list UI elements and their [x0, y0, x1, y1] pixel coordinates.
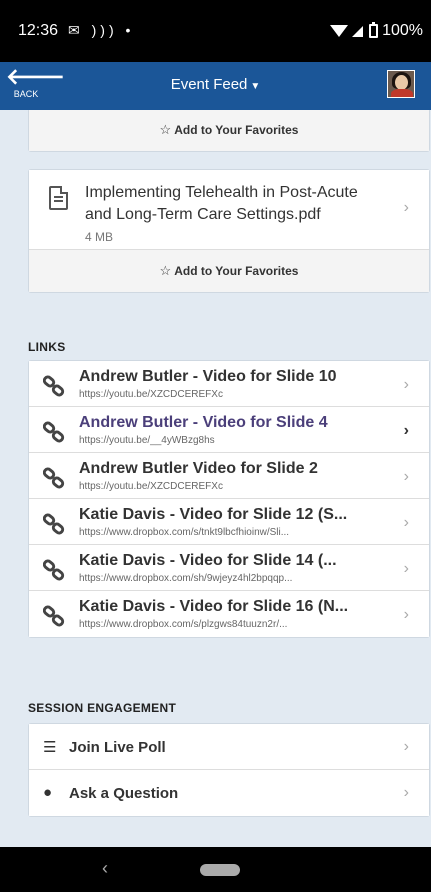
file-item[interactable]: Implementing Telehealth in Post-Acute an… — [29, 170, 429, 250]
engagement-card: ☰ Join Live Poll › ● Ask a Question › — [28, 723, 430, 817]
chevron-right-icon: › — [403, 376, 409, 393]
link-item[interactable]: Andrew Butler - Video for Slide 4 https:… — [29, 407, 429, 453]
engagement-section-header: SESSION ENGAGEMENT — [28, 701, 177, 715]
link-url: https://www.dropbox.com/sh/9wjeyz4hl2bpq… — [79, 573, 293, 584]
link-chain-icon — [43, 513, 65, 535]
page-title: Event Feed — [170, 76, 248, 93]
avatar-body — [391, 89, 413, 97]
link-item[interactable]: Katie Davis - Video for Slide 12 (S... h… — [29, 499, 429, 545]
link-title: Katie Davis - Video for Slide 12 (S... — [79, 506, 348, 523]
file-size: 4 MB — [85, 230, 114, 244]
star-outline-icon: ☆ — [159, 263, 172, 278]
chevron-right-icon: › — [403, 560, 409, 577]
system-back-button[interactable]: ‹ — [102, 858, 108, 879]
link-chain-icon — [43, 421, 65, 443]
link-url: https://youtu.be/XZCDCEREFXc — [79, 389, 223, 400]
event-feed-dropdown[interactable]: Event Feed ▼ — [0, 76, 431, 93]
star-outline-icon: ☆ — [159, 122, 172, 137]
link-chain-icon — [43, 559, 65, 581]
chat-bubble-icon: ● — [43, 784, 53, 801]
link-url: https://www.dropbox.com/s/tnkt9lbcfhioin… — [79, 527, 290, 538]
link-item[interactable]: Katie Davis - Video for Slide 14 (... ht… — [29, 545, 429, 591]
chevron-right-icon: › — [403, 514, 409, 531]
chevron-right-icon: › — [403, 606, 409, 623]
caret-down-icon: ▼ — [250, 81, 261, 92]
link-title: Andrew Butler - Video for Slide 10 — [79, 368, 337, 385]
add-favorite-label: Add to Your Favorites — [174, 264, 299, 278]
links-card: Andrew Butler - Video for Slide 10 https… — [28, 360, 430, 638]
battery-icon — [369, 22, 379, 38]
file-card: Implementing Telehealth in Post-Acute an… — [28, 169, 430, 293]
link-title: Katie Davis - Video for Slide 14 (... — [79, 552, 337, 569]
link-chain-icon — [43, 605, 65, 627]
chevron-right-icon: › — [403, 199, 409, 216]
ask-question-label: Ask a Question — [69, 785, 179, 802]
link-chain-icon — [43, 375, 65, 397]
file-name: Implementing Telehealth in Post-Acute an… — [85, 184, 358, 223]
link-title: Katie Davis - Video for Slide 16 (N... — [79, 598, 349, 615]
chevron-right-icon: › — [403, 468, 409, 485]
chevron-right-icon: › — [403, 738, 409, 755]
join-live-poll-label: Join Live Poll — [69, 739, 166, 756]
favorite-card-partial: ☆ Add to Your Favorites — [28, 110, 430, 152]
avatar[interactable] — [387, 70, 415, 98]
chevron-right-icon: › — [403, 422, 409, 439]
links-section-header: LINKS — [28, 340, 66, 354]
avatar-face — [395, 75, 408, 90]
join-live-poll-item[interactable]: ☰ Join Live Poll › — [29, 724, 429, 770]
link-item[interactable]: Andrew Butler Video for Slide 2 https://… — [29, 453, 429, 499]
link-item[interactable]: Katie Davis - Video for Slide 16 (N... h… — [29, 591, 429, 637]
status-right: 100% — [330, 22, 423, 40]
status-bar: 12:36 ✉ ))) • 100% — [0, 0, 431, 62]
list-icon: ☰ — [43, 739, 57, 756]
link-url: https://www.dropbox.com/s/plzgws84tuuzn2… — [79, 619, 288, 630]
link-item[interactable]: Andrew Butler - Video for Slide 10 https… — [29, 361, 429, 407]
link-url: https://youtu.be/XZCDCEREFXc — [79, 481, 223, 492]
document-icon — [49, 186, 68, 210]
status-time: 12:36 — [18, 22, 59, 39]
link-title: Andrew Butler - Video for Slide 4 — [79, 414, 328, 431]
cell-signal-icon — [352, 25, 364, 37]
chevron-right-icon: › — [403, 784, 409, 801]
content-scroll[interactable]: ☆ Add to Your Favorites Implementing Tele… — [0, 110, 431, 847]
ask-question-item[interactable]: ● Ask a Question › — [29, 770, 429, 816]
nav-bar: 🡐 BACK Event Feed ▼ — [0, 62, 431, 110]
add-favorite-label: Add to Your Favorites — [174, 123, 299, 137]
battery-percent: 100% — [382, 22, 423, 39]
system-home-button[interactable] — [200, 864, 240, 876]
wifi-icon — [330, 25, 349, 37]
add-favorite-button[interactable]: ☆ Add to Your Favorites — [29, 110, 429, 151]
link-chain-icon — [43, 467, 65, 489]
add-favorite-button[interactable]: ☆ Add to Your Favorites — [29, 250, 429, 292]
notification-icons: ✉ ))) • — [68, 22, 135, 38]
link-title: Andrew Butler Video for Slide 2 — [79, 460, 318, 477]
link-url: https://youtu.be/__4yWBzg8hs — [79, 435, 215, 446]
system-nav-bar: ‹ — [0, 847, 431, 892]
